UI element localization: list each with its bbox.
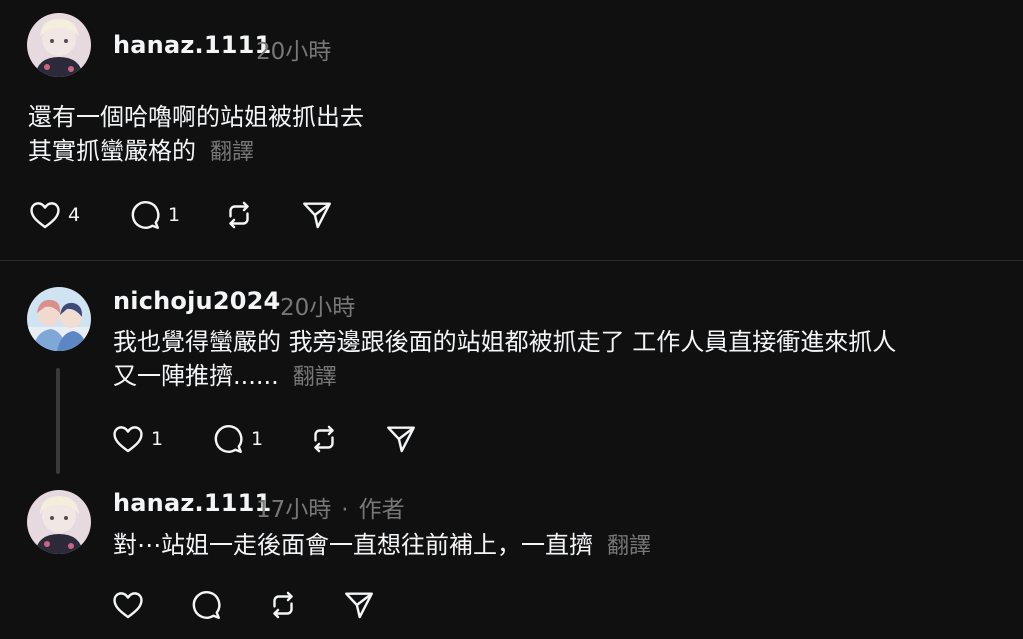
like-button[interactable] — [111, 588, 145, 622]
timestamp: 20小時 — [256, 32, 331, 66]
repost-button[interactable] — [266, 588, 300, 622]
time-text: 20小時 — [256, 39, 332, 65]
share-icon — [345, 592, 373, 619]
translate-link[interactable]: 翻譯 — [210, 140, 254, 165]
post-line: 又一陣推擠...... 翻譯 — [113, 359, 896, 395]
username[interactable]: hanaz.1111 — [113, 489, 271, 517]
comment-button[interactable] — [189, 588, 223, 622]
share-icon — [387, 426, 415, 453]
time-text: 17小時 — [256, 497, 332, 523]
repost-icon — [314, 425, 334, 453]
comment-count: 1 — [168, 204, 181, 226]
like-count: 4 — [68, 204, 81, 226]
avatar[interactable] — [27, 13, 91, 77]
heart-icon — [30, 202, 60, 229]
repost-button[interactable] — [307, 422, 341, 456]
translate-link[interactable]: 翻譯 — [293, 365, 337, 390]
comment-icon — [214, 425, 243, 453]
action-bar: 1 1 — [111, 422, 431, 456]
action-bar — [111, 588, 431, 622]
like-button[interactable]: 1 — [111, 422, 163, 456]
thread-line — [56, 368, 60, 474]
post-line: 對⋯站姐一走後面會一直想往前補上，一直擠 翻譯 — [113, 528, 651, 564]
timestamp: 20小時 — [280, 288, 355, 322]
comment-icon — [192, 591, 221, 619]
share-button[interactable] — [342, 588, 376, 622]
like-button[interactable]: 4 — [28, 198, 80, 232]
post-text: 還有一個哈嚕啊的站姐被抓出去 其實抓蠻嚴格的 翻譯 — [28, 100, 364, 170]
share-button[interactable] — [384, 422, 418, 456]
separator-dot: · — [341, 497, 349, 523]
username[interactable]: nichoju2024 — [113, 287, 280, 315]
post-line: 其實抓蠻嚴格的 翻譯 — [28, 134, 364, 170]
share-icon — [303, 202, 331, 229]
heart-icon — [113, 592, 143, 619]
comment-icon — [131, 201, 160, 229]
post-line: 還有一個哈嚕啊的站姐被抓出去 — [28, 103, 364, 131]
avatar[interactable] — [27, 490, 91, 554]
action-bar: 4 1 — [28, 198, 348, 232]
post-line: 我也覺得蠻嚴的 我旁邊跟後面的站姐都被抓走了 工作人員直接衝進來抓人 — [113, 328, 897, 356]
comment-button[interactable]: 1 — [128, 198, 180, 232]
post-text: 我也覺得蠻嚴的 我旁邊跟後面的站姐都被抓走了 工作人員直接衝進來抓人 又一陣推擠… — [113, 325, 896, 395]
comment-button[interactable]: 1 — [211, 422, 263, 456]
repost-icon — [229, 201, 249, 229]
author-label: 作者 — [358, 497, 405, 523]
repost-icon — [273, 591, 293, 619]
comment-count: 1 — [251, 428, 264, 450]
post-line-text: 又一陣推擠...... — [113, 362, 279, 390]
time-text: 20小時 — [280, 295, 356, 321]
post-text: 對⋯站姐一走後面會一直想往前補上，一直擠 翻譯 — [113, 528, 651, 564]
post-line-text: 對⋯站姐一走後面會一直想往前補上，一直擠 — [113, 531, 593, 559]
post-line-text: 其實抓蠻嚴格的 — [28, 137, 196, 165]
heart-icon — [113, 426, 143, 453]
divider — [0, 260, 1023, 261]
translate-link[interactable]: 翻譯 — [607, 534, 651, 559]
like-count: 1 — [151, 428, 164, 450]
share-button[interactable] — [300, 198, 334, 232]
timestamp: 17小時 · 作者 — [256, 490, 405, 524]
repost-button[interactable] — [222, 198, 256, 232]
avatar[interactable] — [27, 287, 91, 351]
username[interactable]: hanaz.1111 — [113, 31, 271, 59]
